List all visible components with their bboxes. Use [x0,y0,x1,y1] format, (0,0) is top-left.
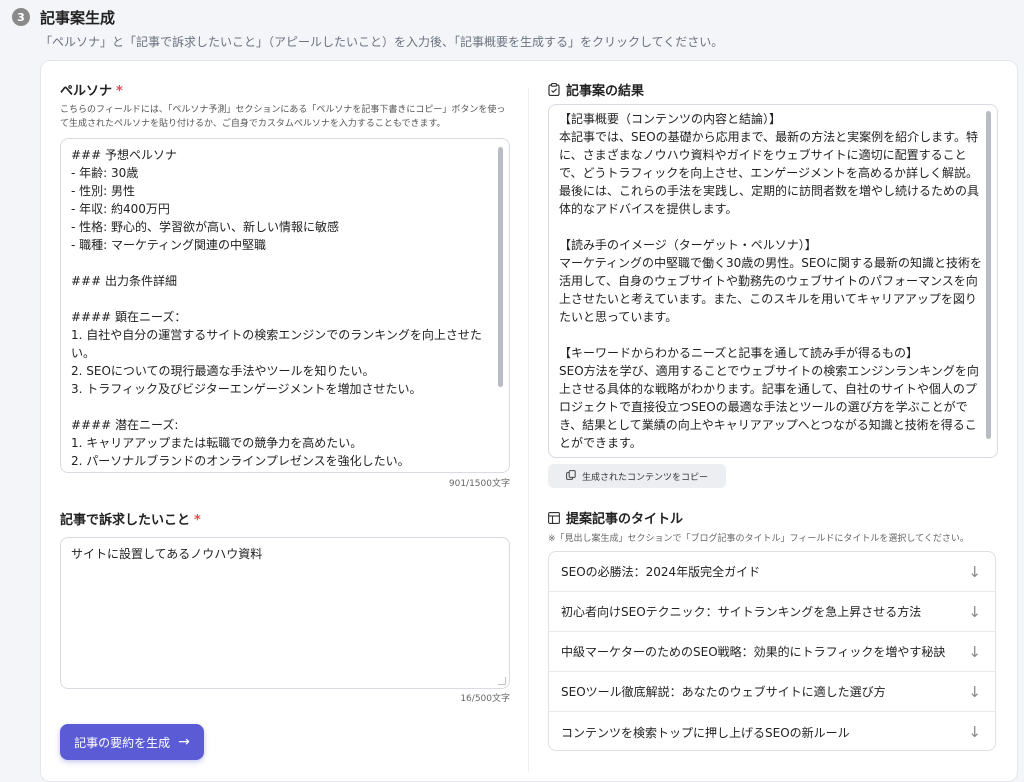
title-option-text: SEOの必勝法：2024年版完全ガイド [561,565,761,579]
step-title: 記事案生成 [40,9,116,27]
appeal-textarea-value: サイトに設置してあるノウハウ資料 [71,547,263,561]
result-scrollbar[interactable] [986,111,991,439]
copy-icon [566,469,576,483]
title-option-text: 中級マーケターのためのSEO戦略：効果的にトラフィックを増やす秘訣 [561,645,946,659]
required-mark: * [194,513,201,528]
copy-content-label: 生成されたコンテンツをコピー [581,472,708,483]
generate-summary-label: 記事の要約を生成 [74,735,171,750]
title-option-text: SEOツール徹底解説：あなたのウェブサイトに適した選び方 [561,685,886,699]
persona-char-counter: 901/1500文字 [448,479,510,489]
title-option-text: コンテンツを検索トップに押し上げるSEOの新ルール [561,725,850,740]
arrow-down-icon[interactable]: ↓ [968,643,981,661]
arrow-down-icon[interactable]: ↓ [968,563,981,581]
persona-scrollbar[interactable] [498,147,503,387]
result-title-text: 記事案の結果 [566,84,645,99]
title-option[interactable]: SEOの必勝法：2024年版完全ガイド ↓ [549,552,995,592]
persona-help-text: こちらのフィールドには、「ペルソナ予測」セクションにある「ペルソナを記事下書きに… [60,105,506,129]
titles-title-text: 提案記事のタイトル [566,512,684,527]
persona-label: ペルソナ * [60,80,123,99]
title-option[interactable]: SEOツール徹底解説：あなたのウェブサイトに適した選び方 ↓ [549,672,995,712]
appeal-char-counter: 16/500文字 [460,694,510,704]
title-option[interactable]: コンテンツを検索トップに押し上げるSEOの新ルール ↓ [549,712,995,750]
persona-textarea[interactable]: ### 予想ペルソナ - 年齢: 30歳 - 性別: 男性 - 年収: 約400… [60,138,510,473]
appeal-label: 記事で訴求したいこと * [60,509,201,528]
arrow-down-icon[interactable]: ↓ [968,603,981,621]
title-option-text: 初心者向けSEOテクニック：サイトランキングを急上昇させる方法 [561,605,922,619]
required-mark: * [116,84,123,99]
arrow-right-icon: → [178,734,190,750]
title-option[interactable]: 中級マーケターのためのSEO戦略：効果的にトラフィックを増やす秘訣 ↓ [549,632,995,672]
arrow-down-icon[interactable]: ↓ [968,683,981,701]
title-list: SEOの必勝法：2024年版完全ガイド ↓ 初心者向けSEOテクニック：サイトラ… [548,551,996,751]
appeal-textarea[interactable]: サイトに設置してあるノウハウ資料 [60,537,510,689]
result-text: 【記事概要（コンテンツの内容と結論）】 本記事では、SEOの基礎から応用まで、最… [559,112,982,450]
clipboard-check-icon [548,83,560,96]
result-section-title: 記事案の結果 [548,80,644,99]
persona-textarea-value: ### 予想ペルソナ - 年齢: 30歳 - 性別: 男性 - 年収: 約400… [71,148,482,468]
resize-handle-icon[interactable] [498,677,506,685]
titles-section-title: 提案記事のタイトル [548,508,683,527]
table-icon [548,511,560,524]
step-description: 「ペルソナ」と「記事で訴求したいこと」（アピールしたいこと）を入力後、「記事概要… [40,35,724,49]
arrow-down-icon[interactable]: ↓ [968,723,981,741]
appeal-label-text: 記事で訴求したいこと [60,513,191,528]
column-divider [528,88,529,772]
copy-content-button[interactable]: 生成されたコンテンツをコピー [548,464,726,488]
titles-note: ※「見出し案生成」セクションで「ブログ記事のタイトル」フィールドにタイトルを選択… [548,534,969,544]
result-textarea[interactable]: 【記事概要（コンテンツの内容と結論）】 本記事では、SEOの基礎から応用まで、最… [548,104,998,458]
persona-label-text: ペルソナ [60,84,113,99]
title-option[interactable]: 初心者向けSEOテクニック：サイトランキングを急上昇させる方法 ↓ [549,592,995,632]
generate-summary-button[interactable]: 記事の要約を生成 → [60,724,204,760]
step-number-badge: 3 [12,8,30,26]
